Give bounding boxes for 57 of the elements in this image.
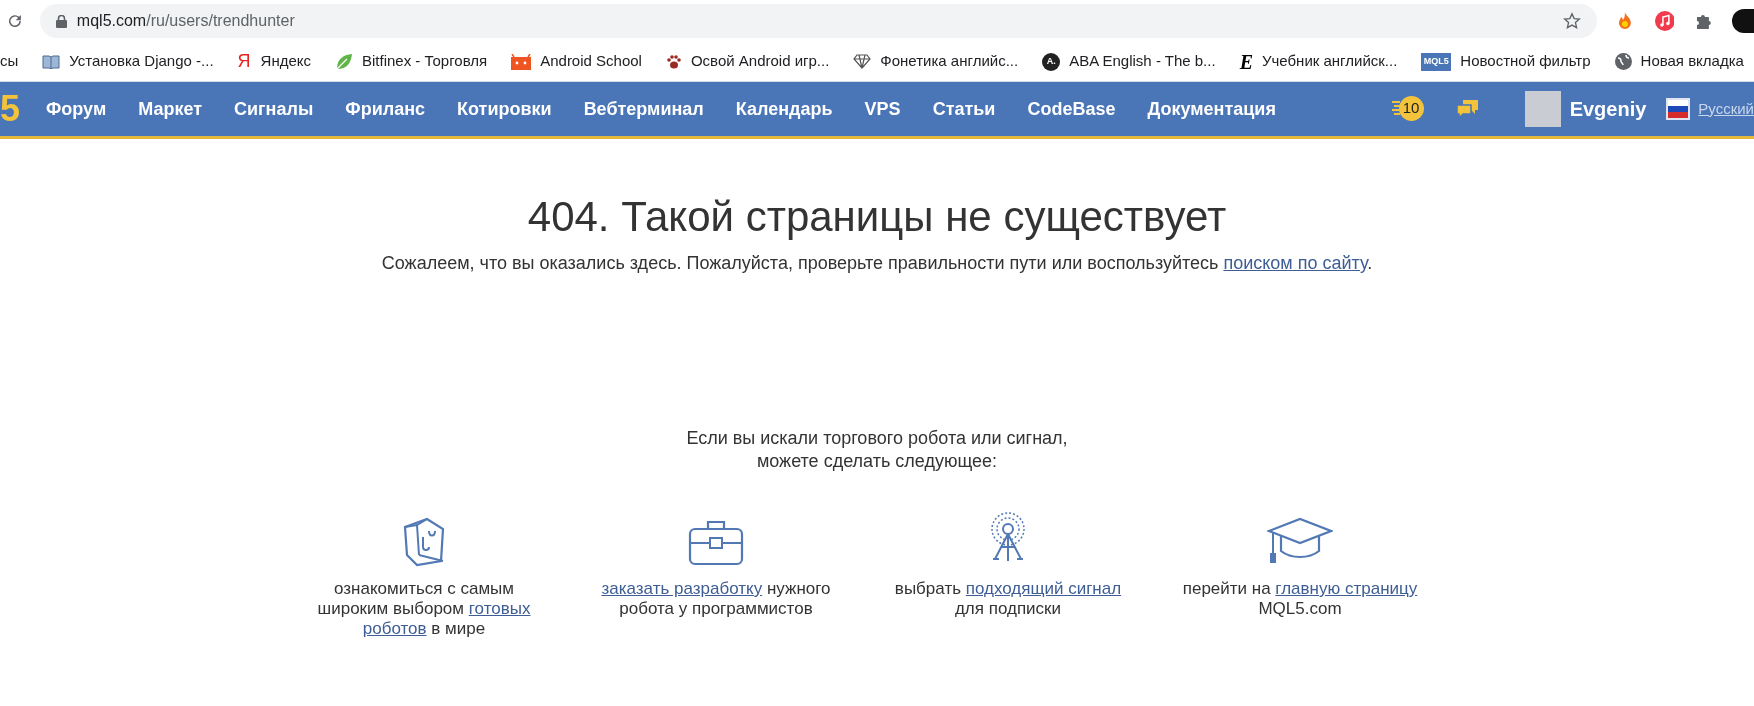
nav-link[interactable]: Документация (1147, 95, 1276, 123)
nav-link[interactable]: Котировки (457, 95, 552, 123)
suggestion-text: перейти на главную страницу MQL5.com (1182, 579, 1418, 619)
text-link[interactable]: подходящий сигнал (965, 579, 1122, 598)
suggestion-text: выбрать подходящий сигнал для подписки (894, 579, 1122, 619)
paw-icon (665, 53, 682, 70)
bookmark-item[interactable]: Новая вкладка (1640, 50, 1744, 73)
bookmark-item[interactable]: Новостной фильтр (1460, 50, 1591, 73)
error-message: Сожалеем, что вы оказались здесь. Пожалуйста, проверьте правильности пути или воспользуйтесь поиском по сайту. (381, 252, 1373, 275)
intro-text: Если вы искали торгового робота или сигнал, (686, 427, 1068, 450)
reload-icon[interactable] (6, 12, 24, 30)
leaf-icon (335, 52, 353, 71)
text-link[interactable]: поиском по сайту (1223, 253, 1368, 273)
text-link[interactable]: заказать разработку (601, 579, 763, 598)
russia-flag-icon (1666, 98, 1691, 120)
yandex-logo: Я (237, 50, 252, 73)
profile-avatar[interactable] (1732, 9, 1754, 33)
nav-link[interactable]: Маркет (138, 95, 203, 123)
star-icon[interactable] (1562, 12, 1581, 30)
suggestion-text: ознакомиться с самым широким выбором готовых роботов в мире (317, 579, 531, 639)
url-text: mql5.com/ru/users/trendhunter (76, 11, 295, 31)
address-bar[interactable]: mql5.com/ru/users/trendhunter (39, 4, 1597, 38)
bookmark-item[interactable]: Фонетика английс... (880, 50, 1019, 73)
user-name[interactable]: Evgeniy (1569, 94, 1647, 124)
book-icon (42, 54, 61, 69)
bookmark-item[interactable]: Установка Django -... (69, 50, 214, 73)
text-link[interactable]: готовых (468, 599, 531, 618)
bookmark-item[interactable]: Освой Android игр... (690, 50, 830, 73)
user-avatar[interactable] (1524, 91, 1561, 127)
nav-link[interactable]: Сигналы (234, 95, 314, 123)
bookmark-item[interactable]: сы (0, 50, 19, 73)
suggestion-text: заказать разработку нужного робота у программистов (601, 579, 831, 619)
nav-link[interactable]: Вебтерминал (583, 95, 704, 123)
bookmark-item[interactable]: Учебник английск... (1262, 50, 1398, 73)
chat-icon[interactable] (1455, 99, 1480, 119)
globe-icon (1614, 53, 1632, 70)
bookmark-item[interactable]: Bitfinex - Торговля (362, 50, 488, 73)
bookmark-item[interactable]: Яндекс (260, 50, 311, 73)
intro-text: можете сделать следующее: (756, 450, 998, 473)
nav-link[interactable]: Форум (46, 95, 107, 123)
letter-logo: E (1239, 49, 1253, 75)
nav-link[interactable]: CodeBase (1027, 95, 1116, 123)
mql5-logo: MQL5 (1421, 52, 1452, 71)
letter-logo: A. (1042, 52, 1061, 71)
lock-icon (55, 14, 67, 28)
text-link[interactable]: роботов (362, 619, 427, 638)
error-title: 404. Такой страницы не существует (527, 192, 1227, 242)
music-icon[interactable] (1654, 11, 1675, 31)
text-link[interactable]: главную страницу (1275, 579, 1418, 598)
bookmark-item[interactable]: ABA English - The b... (1069, 50, 1216, 73)
diamond-icon (853, 54, 872, 69)
nav-link[interactable]: Календарь (735, 95, 833, 123)
nav-link[interactable]: Фриланс (345, 95, 426, 123)
android-icon (511, 53, 532, 70)
bookmark-item[interactable]: Android School (540, 50, 642, 73)
nav-link[interactable]: Статьи (932, 95, 996, 123)
nav-link[interactable]: VPS (864, 95, 901, 123)
